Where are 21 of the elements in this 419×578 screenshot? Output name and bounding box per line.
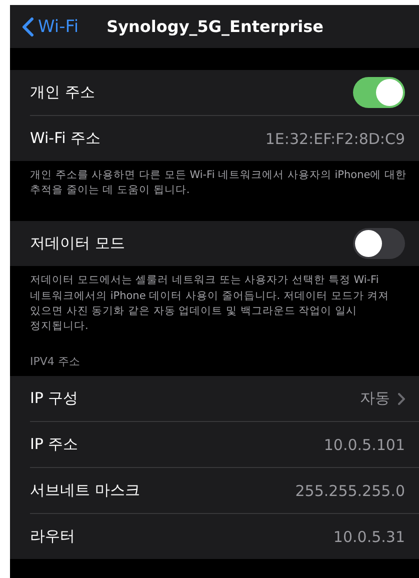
ip-config-link[interactable]: 자동	[360, 389, 405, 408]
row-label: IP 주소	[30, 435, 78, 454]
network-title: Synology_5G_Enterprise	[106, 17, 324, 36]
row-value: 255.255.255.0	[295, 482, 405, 500]
row-label: 라우터	[30, 527, 75, 546]
back-chevron-icon	[22, 16, 34, 36]
section-footer: 저데이터 모드에서는 셀룰러 네트워크 또는 사용자가 선택한 특정 Wi-Fi 네트워크에서의 iPhone 데이터 사용이 줄어듭니다. 저데이터 모드가 켜져 있으면 사진 동기화 같은 자동 업데이트 및 백그라운드 작업이 일시 정지됩니다.	[10, 266, 419, 334]
toggle-switch[interactable]	[353, 77, 405, 108]
section-footer: 개인 주소를 사용하면 다른 모든 Wi-Fi 네트워크에서 사용자의 iPhone에 대한 추적을 줄이는 데 도움이 됩니다.	[10, 161, 419, 198]
row-label: 서브네트 마스크	[30, 481, 140, 500]
back-button[interactable]: Wi-Fi	[22, 16, 79, 36]
toggle-switch[interactable]	[353, 228, 405, 260]
row-value: 10.0.5.31	[333, 528, 405, 546]
row-label: IP 구성	[30, 389, 78, 408]
row-label: 저데이터 모드	[30, 234, 125, 254]
chevron-icon	[398, 392, 405, 405]
row-value: 10.0.5.101	[324, 436, 405, 454]
row-value: 1E:32:EF:F2:8D:C9	[265, 130, 405, 148]
section-header: IPV4 주소	[29, 354, 81, 370]
row-label: Wi-Fi 주소	[30, 129, 101, 148]
row-label: 개인 주소	[30, 83, 95, 102]
